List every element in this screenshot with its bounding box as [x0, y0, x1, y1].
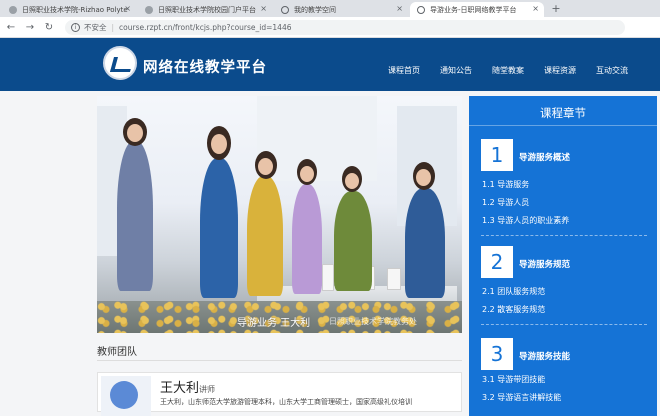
globe-icon: [281, 6, 289, 14]
section-link[interactable]: 1.1 导游服务: [482, 179, 529, 190]
nav-item-lesson-plans[interactable]: 随堂教案: [492, 65, 524, 76]
close-icon[interactable]: ×: [532, 4, 539, 13]
teacher-description: 王大利，山东师范大学旅游管理本科，山东大学工商管理硕士，国家高级礼仪培训: [160, 398, 412, 406]
tab-label: 导游业务-日职网络教学平台: [430, 5, 517, 14]
chapter-title[interactable]: 导游服务技能: [519, 350, 570, 362]
browser-tab[interactable]: 日照职业技术学院-Rizhao Polyte ×: [2, 2, 136, 17]
team-heading: 教师团队: [97, 347, 137, 358]
chapter-number: 1: [481, 139, 513, 171]
chapter-title[interactable]: 导游服务规范: [519, 258, 570, 270]
nav-item-resources[interactable]: 课程资源: [544, 65, 576, 76]
close-icon[interactable]: ×: [396, 4, 403, 13]
teacher-name-line: 王大利讲师: [160, 377, 215, 396]
url-text: course.rzpt.cn/front/kcjs.php?course_id=…: [119, 22, 292, 32]
chapter-divider: [481, 235, 647, 236]
main-nav: 课程首页 通知公告 随堂教案 课程资源 互动交流: [388, 65, 648, 76]
section-link[interactable]: 2.2 散客服务规范: [482, 304, 545, 315]
chapter-number: 3: [481, 338, 513, 370]
chapter-divider: [481, 324, 647, 325]
section-link[interactable]: 2.1 团队服务规范: [482, 286, 545, 297]
course-banner-image: 导游业务 王大利 日照职业技术学院教务处: [97, 96, 462, 333]
section-link[interactable]: 3.1 导游带团技能: [482, 374, 545, 385]
url-field[interactable]: i 不安全 | course.rzpt.cn/front/kcjs.php?co…: [65, 19, 625, 35]
info-icon[interactable]: i: [71, 22, 80, 32]
nav-item-interaction[interactable]: 互动交流: [596, 65, 628, 76]
close-icon[interactable]: ×: [260, 4, 267, 13]
chapters-title: 课程章节: [540, 106, 586, 120]
site-title: 网络在线教学平台: [143, 60, 267, 76]
favicon-icon: [145, 6, 153, 14]
address-bar: ← → ↻ i 不安全 | course.rzpt.cn/front/kcjs.…: [0, 17, 660, 38]
school-logo-icon[interactable]: [103, 46, 137, 80]
close-icon[interactable]: ×: [124, 4, 131, 13]
nav-item-course-home[interactable]: 课程首页: [388, 65, 420, 76]
banner-caption-title: 导游业务 王大利: [237, 318, 311, 329]
teacher-card[interactable]: 王大利讲师 王大利，山东师范大学旅游管理本科，山东大学工商管理硕士，国家高级礼仪…: [97, 372, 462, 416]
forward-icon[interactable]: →: [22, 22, 38, 33]
tab-label: 日照职业技术学院校园门户平台: [158, 5, 256, 14]
back-icon[interactable]: ←: [3, 22, 19, 33]
browser-tab[interactable]: 我的教学空间 ×: [274, 2, 408, 17]
teacher-avatar: [101, 376, 151, 416]
banner-watermark: 日照职业技术学院教务处: [329, 317, 417, 326]
nav-item-notices[interactable]: 通知公告: [440, 65, 472, 76]
globe-icon: [417, 6, 425, 14]
section-link[interactable]: 1.2 导游人员: [482, 197, 529, 208]
chapter-title[interactable]: 导游服务概述: [519, 151, 570, 163]
tab-label: 日照职业技术学院-Rizhao Polyte: [22, 5, 128, 14]
section-link[interactable]: 3.2 导游语言讲解技能: [482, 392, 561, 403]
tab-label: 我的教学空间: [294, 5, 336, 14]
browser-tab-active[interactable]: 导游业务-日职网络教学平台 ×: [410, 2, 544, 17]
teacher-name: 王大利: [160, 381, 200, 396]
banner-caption: 导游业务 王大利 日照职业技术学院教务处: [97, 304, 462, 333]
teacher-title: 讲师: [199, 385, 216, 394]
panel-divider: [469, 125, 657, 126]
section-link[interactable]: 1.3 导游人员的职业素养: [482, 215, 569, 226]
browser-tab[interactable]: 日照职业技术学院校园门户平台 ×: [138, 2, 272, 17]
section-divider: [97, 360, 462, 361]
new-tab-button[interactable]: +: [548, 2, 564, 17]
url-separator: |: [111, 22, 115, 32]
browser-tabstrip: 日照职业技术学院-Rizhao Polyte × 日照职业技术学院校园门户平台 …: [0, 0, 660, 17]
insecure-label: 不安全: [84, 22, 107, 32]
chapter-number: 2: [481, 246, 513, 278]
favicon-icon: [9, 6, 17, 14]
site-header: 网络在线教学平台 课程首页 通知公告 随堂教案 课程资源 互动交流: [0, 38, 660, 91]
chapters-panel: 课程章节 1 导游服务概述 1.1 导游服务 1.2 导游人员 1.3 导游人员…: [469, 96, 657, 416]
reload-icon[interactable]: ↻: [41, 22, 57, 33]
